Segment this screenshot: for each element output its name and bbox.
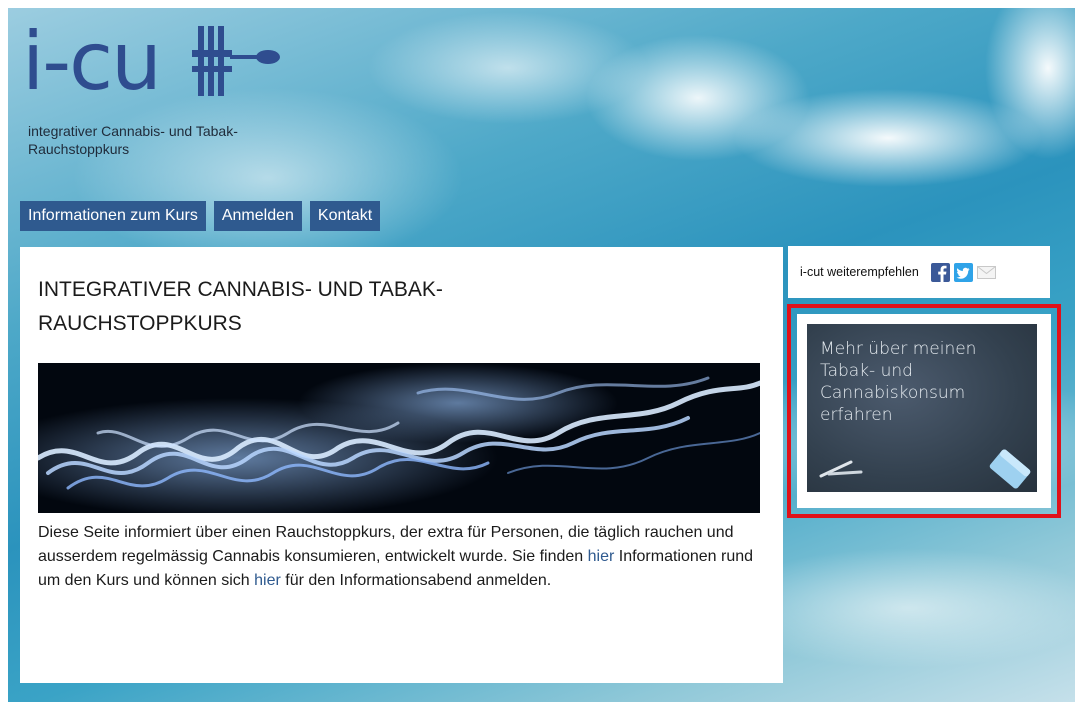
page-title-line2: RAUCHSTOPPKURS bbox=[38, 312, 242, 335]
intro-paragraph: Diese Seite informiert über einen Rauchs… bbox=[38, 521, 763, 593]
chalk-and-sponge-icon bbox=[819, 449, 1031, 489]
logo-tagline-line1: integrativer Cannabis- und Tabak- bbox=[28, 123, 238, 139]
main-content: INTEGRATIVER CANNABIS- UND TABAK- RAUCHS… bbox=[20, 247, 783, 683]
share-label: i-cut weiterempfehlen bbox=[800, 265, 919, 279]
site-logo[interactable]: i-cu integrativer Cannabis- und Tabak- R… bbox=[22, 22, 282, 172]
twitter-icon[interactable] bbox=[953, 262, 973, 282]
facebook-icon[interactable] bbox=[930, 262, 950, 282]
share-box: i-cut weiterempfehlen bbox=[788, 246, 1050, 298]
logo-tagline: integrativer Cannabis- und Tabak- Rauchs… bbox=[28, 122, 288, 158]
nav-anmelden[interactable]: Anmelden bbox=[213, 201, 302, 231]
promo-box: Mehr über meinen Tabak- und Cannabiskons… bbox=[797, 314, 1051, 508]
info-link[interactable]: hier bbox=[588, 548, 615, 565]
cigarette-fork-logo-icon bbox=[192, 26, 280, 96]
logo-wordmark: i-cu bbox=[22, 15, 162, 108]
page-top-strip bbox=[0, 0, 1075, 8]
page-background: i-cu integrativer Cannabis- und Tabak- R… bbox=[8, 8, 1075, 702]
smoke-illustration bbox=[38, 363, 760, 513]
register-link[interactable]: hier bbox=[254, 572, 281, 589]
page-title: INTEGRATIVER CANNABIS- UND TABAK- RAUCHS… bbox=[38, 273, 598, 341]
nav-kontakt[interactable]: Kontakt bbox=[309, 201, 381, 231]
consumption-test-banner[interactable]: Mehr über meinen Tabak- und Cannabiskons… bbox=[807, 324, 1037, 492]
logo-tagline-line2: Rauchstoppkurs bbox=[28, 141, 130, 157]
promo-highlight-frame: Mehr über meinen Tabak- und Cannabiskons… bbox=[787, 304, 1061, 518]
email-icon[interactable] bbox=[976, 263, 996, 282]
intro-text-3: für den Informationsabend anmelden. bbox=[280, 572, 552, 589]
smoke-hero-image bbox=[38, 363, 760, 513]
nav-informationen[interactable]: Informationen zum Kurs bbox=[20, 201, 206, 231]
main-navigation: Informationen zum Kurs Anmelden Kontakt bbox=[20, 201, 381, 231]
page-title-line1: INTEGRATIVER CANNABIS- UND TABAK- bbox=[38, 278, 443, 301]
